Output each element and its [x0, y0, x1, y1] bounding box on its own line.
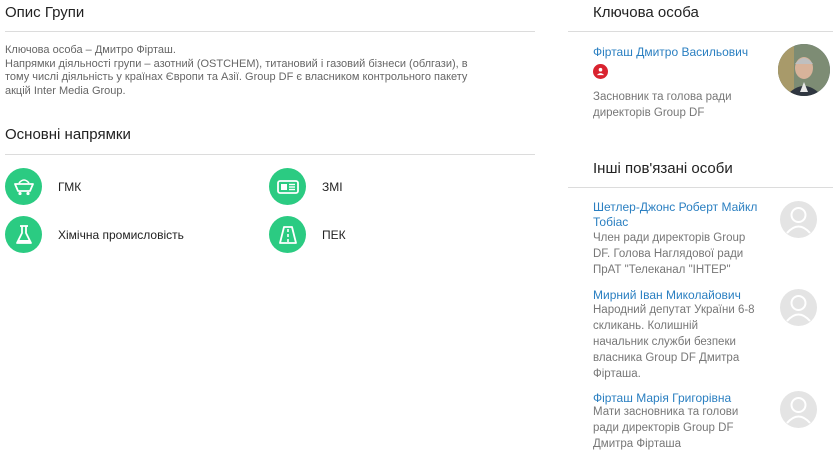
key-person-title: Ключова особа: [593, 4, 699, 21]
person-badge-icon: [593, 64, 608, 79]
description-line: акцій Inter Media Group.: [5, 84, 126, 97]
related-persons-title: Інші пов'язані особи: [593, 160, 733, 177]
chemistry-flask-icon: [5, 216, 42, 253]
divider: [5, 31, 535, 32]
key-person-avatar[interactable]: [778, 44, 830, 96]
description-line: Ключова особа – Дмитро Фірташ.: [5, 44, 176, 56]
road-icon: [269, 216, 306, 253]
direction-label: ПЕК: [322, 227, 346, 242]
name-line: Тобіас: [593, 215, 629, 229]
key-person-description: Засновник та голова ради директорів Grou…: [593, 89, 732, 121]
description-line: Член ради директорів Group: [593, 232, 746, 244]
related-person-description: Мати засновника та голови ради директорі…: [593, 404, 773, 452]
direction-item-gmk[interactable]: ГМК: [5, 168, 81, 205]
avatar-placeholder-icon[interactable]: [780, 201, 817, 238]
description-line: Народний депутат України 6-8: [593, 304, 755, 316]
divider: [568, 187, 833, 188]
description-line: ПрАТ "Телеканал "ІНТЕР": [593, 264, 731, 276]
direction-item-media[interactable]: ЗМІ: [269, 168, 343, 205]
description-line: начальник служби безпеки: [593, 336, 736, 348]
description-line: DF. Голова Наглядової ради: [593, 248, 744, 260]
direction-label: ЗМІ: [322, 179, 343, 194]
key-person-name-link[interactable]: Фірташ Дмитро Васильович: [593, 45, 748, 60]
description-line: Засновник та голова ради: [593, 91, 732, 103]
group-description-text: Ключова особа – Дмитро Фірташ. Напрямки …: [5, 44, 535, 98]
description-line: скликань. Колишній: [593, 320, 698, 332]
related-person-description: Народний депутат України 6-8 скликань. К…: [593, 302, 773, 382]
direction-item-chemistry[interactable]: Хімічна промисловість: [5, 216, 184, 253]
media-icon: [269, 168, 306, 205]
description-line: ради директорів Group DF: [593, 422, 734, 434]
avatar-placeholder-icon[interactable]: [780, 289, 817, 326]
direction-item-pek[interactable]: ПЕК: [269, 216, 346, 253]
direction-label: Хімічна промисловість: [58, 227, 184, 242]
group-description-title: Опис Групи: [5, 4, 85, 21]
direction-label: ГМК: [58, 179, 82, 194]
directions-title: Основні напрямки: [5, 126, 131, 143]
description-line: директорів Group DF: [593, 107, 705, 119]
description-line: Мати засновника та голови: [593, 406, 739, 418]
related-person-name-link[interactable]: Мирний Іван Миколайович: [593, 288, 773, 303]
related-person-name-link[interactable]: Шетлер-Джонс Роберт Майкл Тобіас: [593, 200, 773, 230]
divider: [568, 31, 833, 32]
description-line: власника Group DF Дмитра: [593, 352, 740, 364]
name-line: Шетлер-Джонс Роберт Майкл: [593, 200, 758, 214]
avatar-placeholder-icon[interactable]: [780, 391, 817, 428]
description-line: тому числі діяльність у країнах Європи т…: [5, 71, 468, 83]
description-line: Напрямки діяльності групи – азотний (OST…: [5, 57, 468, 70]
related-person-description: Член ради директорів Group DF. Голова На…: [593, 230, 773, 278]
description-line: Фірташа.: [593, 368, 641, 380]
divider: [5, 154, 535, 155]
mining-cart-icon: [5, 168, 42, 205]
description-line: Дмитра Фірташа: [593, 438, 681, 450]
